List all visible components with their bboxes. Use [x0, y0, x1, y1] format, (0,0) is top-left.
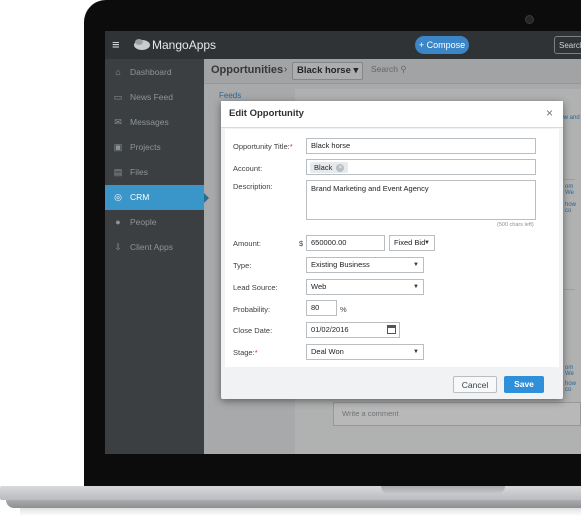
close-icon[interactable]: ×	[546, 106, 553, 120]
sidebar-item-dashboard[interactable]: ⌂ Dashboard	[105, 60, 204, 85]
close-date-label: Close Date:	[233, 326, 273, 335]
stage-label-text: Stage:	[233, 348, 255, 357]
close-date-value: 01/02/2016	[311, 325, 349, 334]
sidebar-item-label: Files	[130, 167, 148, 177]
mango-logo-icon	[134, 39, 150, 50]
dialog-header: Edit Opportunity ×	[221, 101, 563, 128]
top-search-input[interactable]: Search	[554, 36, 581, 54]
stage-select[interactable]: Deal Won ▼	[306, 344, 424, 360]
calendar-icon[interactable]	[387, 325, 396, 334]
required-marker: *	[289, 142, 293, 151]
chevron-down-icon: ▼	[424, 240, 430, 246]
laptop-notch	[381, 486, 505, 494]
dialog-body: Opportunity Title:* Black horse Account:…	[225, 129, 559, 367]
amount-label: Amount:	[233, 239, 261, 248]
bid-type-value: Fixed Bid	[394, 238, 426, 247]
top-bar: ≡ MangoApps + Compose Search	[105, 31, 581, 59]
sidebar-item-label: Dashboard	[130, 67, 172, 77]
type-select[interactable]: Existing Business ▼	[306, 257, 424, 273]
opportunity-title-label-text: Opportunity Title:	[233, 142, 290, 151]
account-tag-label: Black	[314, 163, 333, 172]
close-date-input[interactable]: 01/02/2016	[306, 322, 400, 338]
stage-value: Deal Won	[311, 347, 344, 356]
dialog-footer: Cancel Save	[221, 369, 563, 399]
sidebar-item-files[interactable]: ▤ Files	[105, 160, 204, 185]
lead-source-value: Web	[311, 282, 327, 291]
dialog-title: Edit Opportunity	[229, 108, 304, 119]
briefcase-icon: ▣	[113, 142, 123, 152]
inbox-icon: ▭	[113, 92, 123, 102]
remove-tag-icon[interactable]: ×	[336, 164, 345, 173]
bid-type-select[interactable]: Fixed Bid ▼	[389, 235, 435, 251]
laptop-base-bottom	[6, 500, 581, 508]
envelope-icon: ✉	[114, 117, 122, 127]
required-marker: *	[254, 348, 258, 357]
type-value: Existing Business	[311, 260, 370, 269]
account-label: Account:	[233, 164, 263, 173]
probability-label: Probability:	[233, 305, 271, 314]
brand-name: MangoApps	[152, 38, 217, 52]
description-label: Description:	[233, 182, 273, 191]
sidebar-item-label: CRM	[130, 192, 150, 202]
lead-source-select[interactable]: Web ▼	[306, 279, 424, 295]
laptop-shadow	[20, 508, 581, 516]
probability-input[interactable]: 80	[306, 300, 337, 316]
sidebar-item-crm[interactable]: ◎ CRM	[105, 185, 209, 210]
compose-label: Compose	[426, 40, 466, 50]
cancel-button[interactable]: Cancel	[453, 376, 497, 393]
account-input[interactable]: Black ×	[306, 159, 536, 175]
home-icon: ⌂	[115, 67, 121, 77]
person-icon: ●	[115, 217, 121, 227]
sidebar-item-label: People	[130, 217, 157, 227]
stage-label: Stage:*	[233, 348, 258, 357]
opportunity-title-input[interactable]: Black horse	[306, 138, 536, 154]
sidebar-item-label: News Feed	[130, 92, 173, 102]
percent-unit: %	[340, 305, 347, 314]
chevron-down-icon: ▼	[413, 262, 419, 268]
download-icon: ⇩	[114, 242, 122, 252]
type-label: Type:	[233, 261, 252, 270]
sidebar-item-projects[interactable]: ▣ Projects	[105, 135, 204, 160]
opportunity-title-label: Opportunity Title:*	[233, 142, 293, 151]
sidebar-item-label: Projects	[130, 142, 161, 152]
app-screen: ≡ MangoApps + Compose Search ⌂ Dashboard…	[105, 31, 581, 454]
chevron-down-icon: ▼	[413, 284, 419, 290]
menu-icon[interactable]: ≡	[112, 38, 120, 51]
sidebar-item-label: Messages	[130, 117, 169, 127]
sidebar-item-client-apps[interactable]: ⇩ Client Apps	[105, 235, 204, 260]
sidebar-item-label: Client Apps	[130, 242, 173, 252]
files-icon: ▤	[113, 167, 123, 177]
chars-left-hint: (500 chars left)	[497, 222, 534, 228]
sidebar-item-people[interactable]: ● People	[105, 210, 204, 235]
compose-button[interactable]: + Compose	[415, 36, 469, 54]
account-tag: Black ×	[310, 162, 349, 173]
currency-symbol: $	[299, 239, 304, 248]
edit-opportunity-dialog: Edit Opportunity × Opportunity Title:* B…	[221, 101, 563, 399]
chevron-down-icon: ▼	[413, 349, 419, 355]
sidebar-item-messages[interactable]: ✉ Messages	[105, 110, 204, 135]
crm-icon: ◎	[114, 192, 122, 202]
amount-input[interactable]: 650000.00	[306, 235, 385, 251]
sidebar-item-news-feed[interactable]: ▭ News Feed	[105, 85, 204, 110]
sidebar: ⌂ Dashboard ▭ News Feed ✉ Messages ▣ Pro…	[105, 59, 209, 454]
save-button[interactable]: Save	[504, 376, 544, 393]
camera-icon	[525, 15, 534, 24]
lead-source-label: Lead Source:	[233, 283, 278, 292]
description-textarea[interactable]: Brand Marketing and Event Agency	[306, 180, 536, 220]
